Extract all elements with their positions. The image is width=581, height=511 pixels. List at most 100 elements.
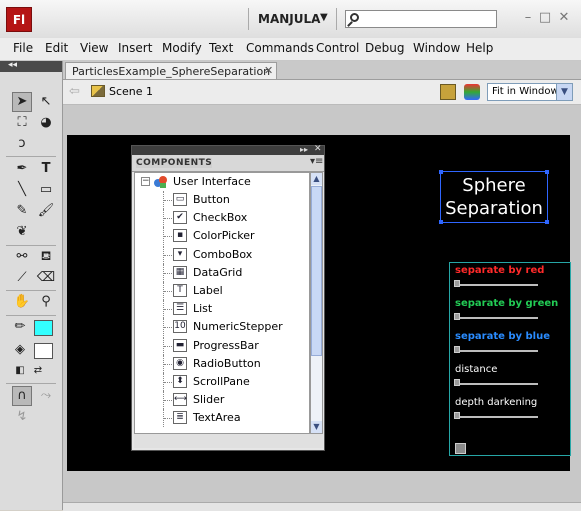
slider-thumb[interactable] [454,379,460,386]
eraser-tool-icon[interactable]: ⌫ [36,268,56,288]
slider-blue[interactable] [454,346,538,353]
paint-bucket-tool-icon[interactable]: ⛾ [36,247,56,267]
chevron-down-icon[interactable]: ▼ [320,12,328,23]
components-panel-title[interactable]: COMPONENTS [136,158,213,168]
tree-item-combobox[interactable]: ▾ ComboBox [135,245,309,264]
menu-modify[interactable]: Modify [162,41,202,55]
tree-item-label[interactable]: T Label [135,282,309,300]
tree-item-numericstepper[interactable]: 10 NumericStepper [135,318,309,337]
maximize-icon[interactable]: □ [537,10,553,26]
tree-item-colorpicker[interactable]: ▪ ColorPicker [135,227,309,246]
document-tab[interactable]: ParticlesExample_SphereSeparation ✕ [65,62,277,79]
menu-edit[interactable]: Edit [45,41,68,55]
tree-connector [164,291,172,292]
tree-folder-user-interface[interactable]: − User Interface [135,173,309,191]
slider-distance[interactable] [454,379,538,386]
zoom-select[interactable]: Fit in Window ▼ [487,83,573,101]
free-transform-tool-icon[interactable]: ⛶ [12,113,32,133]
collapse-icon[interactable]: ◂◂ [8,60,17,70]
panel-grip[interactable]: ▸▸ ✕ [132,144,324,155]
menu-text[interactable]: Text [209,41,233,55]
vertical-scrollbar[interactable]: ▲ ▼ [310,172,323,434]
brush-tool-icon[interactable]: 🖌 [36,201,56,221]
menu-help[interactable]: Help [466,41,493,55]
panel-menu-icon[interactable]: ▾≡ [310,156,323,167]
divider [336,8,337,30]
scroll-thumb[interactable] [311,186,322,356]
slider-thumb[interactable] [454,346,460,353]
tree-item-progressbar[interactable]: ▬ ProgressBar [135,336,309,355]
close-icon[interactable]: ✕ [314,144,322,154]
divider [248,8,249,30]
edit-symbols-icon[interactable] [464,84,480,100]
slider-depth[interactable] [454,412,538,419]
tree-connector [164,309,172,311]
tree-item-button[interactable]: ▭ Button [135,191,309,209]
snap-to-objects-icon[interactable]: ∩ [12,386,32,406]
hand-tool-icon[interactable]: ✋ [12,292,32,312]
fill-color-swatch[interactable] [34,343,53,359]
checkbox-control[interactable] [455,443,466,454]
selection-handle[interactable] [439,220,443,224]
line-tool-icon[interactable]: ╲ [12,180,32,200]
subselection-tool-icon[interactable]: ↖ [36,92,56,112]
3d-rotation-tool-icon[interactable]: ◕ [36,113,56,133]
bone-tool-icon[interactable]: ⚯ [12,247,32,267]
swap-colors-icon[interactable]: ⇄ [28,361,48,381]
menu-window[interactable]: Window [413,41,460,55]
slider-green[interactable] [454,313,538,320]
scroll-up-icon[interactable]: ▲ [311,173,322,185]
help-search-input[interactable] [345,10,497,28]
smooth-icon[interactable]: ⤳ [36,386,56,406]
collapse-toggle-icon[interactable]: − [141,177,150,186]
lasso-tool-icon[interactable]: ↄ [12,134,32,154]
workspace-switcher[interactable]: MANJULA [258,12,320,26]
selection-handle[interactable] [545,220,549,224]
stroke-color-swatch[interactable] [34,320,53,336]
tree-item-scrollpane[interactable]: ⬍ ScrollPane [135,373,309,391]
rectangle-tool-icon[interactable]: ▭ [36,180,56,200]
edit-scene-icon[interactable] [440,84,456,100]
slider-thumb[interactable] [454,412,460,419]
close-icon[interactable]: ✕ [556,10,572,26]
back-arrow-icon[interactable]: ⇦ [69,84,80,99]
divider [6,290,56,291]
close-icon[interactable]: ✕ [264,64,273,77]
stage-title-textbox[interactable]: Sphere Separation [439,170,549,224]
menu-debug[interactable]: Debug [365,41,404,55]
pencil-tool-icon[interactable]: ✎ [12,201,32,221]
deco-tool-icon[interactable]: ❦ [12,222,32,242]
straighten-icon[interactable]: ↯ [12,407,32,427]
menu-file[interactable]: File [13,41,33,55]
zoom-tool-icon[interactable]: ⚲ [36,292,56,312]
menu-view[interactable]: View [80,41,108,55]
selection-handle[interactable] [439,170,443,174]
collapse-icon[interactable]: ▸▸ [300,145,308,154]
scroll-down-icon[interactable]: ▼ [311,421,322,433]
minimize-icon[interactable]: – [520,10,536,26]
tree-connector [164,327,172,329]
tree-item-slider[interactable]: ⟷ Slider [135,391,309,410]
tree-item-datagrid[interactable]: ▦ DataGrid [135,263,309,282]
menu-control[interactable]: Control [316,41,359,55]
stage-title-line2: Separation [445,198,543,219]
tree-item-radiobutton[interactable]: ◉ RadioButton [135,354,309,373]
pen-tool-icon[interactable]: ✒ [12,159,32,179]
black-white-icon[interactable]: ◧ [10,361,30,381]
tools-panel-header[interactable]: ◂◂ [0,60,62,72]
tree-item-list[interactable]: ☰ List [135,300,309,319]
eyedropper-tool-icon[interactable]: ⟋ [12,268,32,288]
control-label-red: separate by red [455,265,545,276]
selection-handle[interactable] [545,170,549,174]
scene-label[interactable]: Scene 1 [109,85,153,98]
selection-tool-icon[interactable]: ➤ [12,92,32,112]
tree-item-textarea[interactable]: ≣ TextArea [135,409,309,428]
tree-item-checkbox[interactable]: ✔ CheckBox [135,209,309,228]
text-tool-icon[interactable]: T [36,159,56,179]
menu-commands[interactable]: Commands [246,41,314,55]
chevron-down-icon[interactable]: ▼ [556,84,572,100]
slider-red[interactable] [454,280,538,287]
menu-insert[interactable]: Insert [118,41,152,55]
slider-thumb[interactable] [454,313,460,320]
slider-thumb[interactable] [454,280,460,287]
